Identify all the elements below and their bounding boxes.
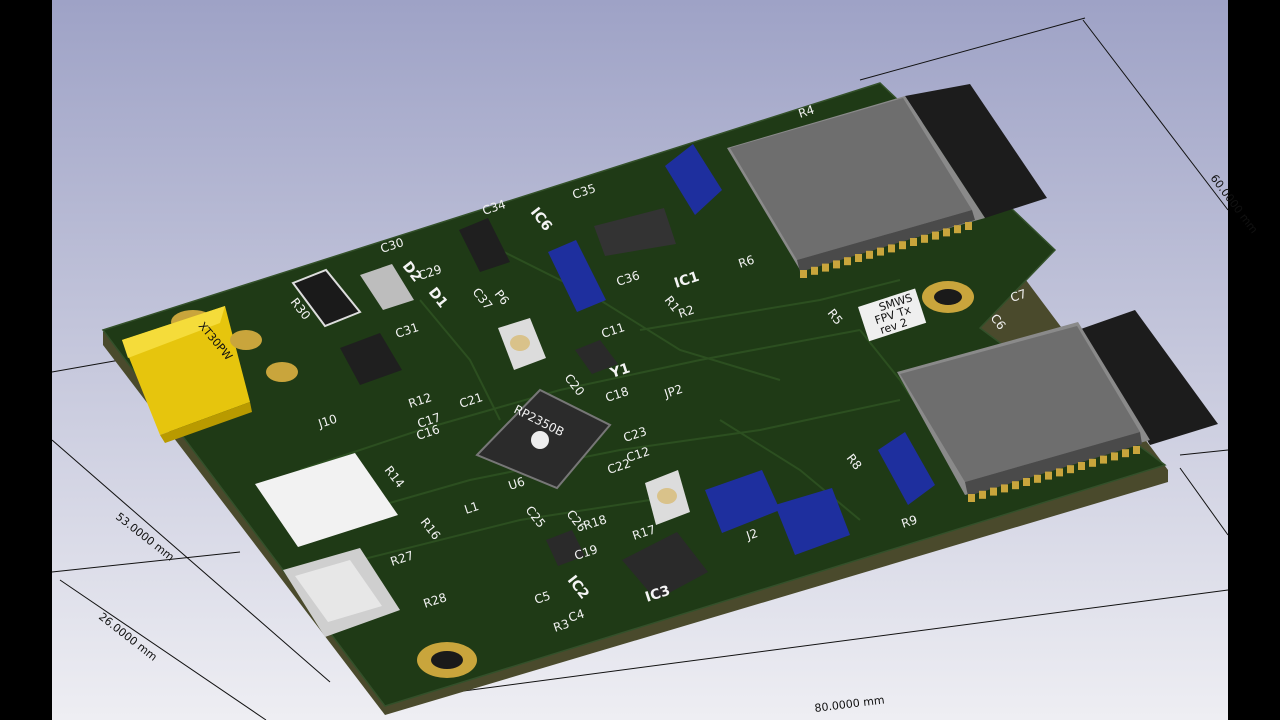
pcb-3d-viewer: 53.0000 mm 26.0000 mm 80.0000 mm 60.0000… bbox=[0, 0, 1280, 720]
module-pad bbox=[1122, 449, 1129, 458]
module-pad bbox=[1023, 478, 1030, 486]
module-pad bbox=[1045, 471, 1052, 480]
module-pad bbox=[932, 231, 939, 240]
module-pad bbox=[1012, 481, 1019, 490]
left-black-bar bbox=[0, 0, 52, 720]
module-pad bbox=[833, 260, 840, 269]
module-pad bbox=[855, 254, 862, 262]
module-pad bbox=[1089, 458, 1096, 467]
module-pad bbox=[866, 250, 873, 259]
module-pad bbox=[1133, 446, 1140, 454]
module-pad bbox=[921, 234, 928, 243]
module-pad bbox=[910, 238, 917, 246]
module-pad bbox=[965, 222, 972, 230]
module-pad bbox=[1034, 474, 1041, 483]
module-pad bbox=[1056, 468, 1063, 477]
module-pad bbox=[822, 263, 829, 272]
module-pad bbox=[1111, 452, 1118, 461]
module-pad bbox=[979, 490, 986, 499]
mounting-hole-bottom bbox=[417, 642, 477, 678]
pcb-3d-render[interactable]: 53.0000 mm 26.0000 mm 80.0000 mm 60.0000… bbox=[0, 0, 1280, 720]
module-pad bbox=[888, 244, 895, 253]
module-pad bbox=[844, 257, 851, 266]
module-pad bbox=[1067, 465, 1074, 474]
mounting-hole-top bbox=[922, 281, 974, 313]
right-black-bar bbox=[1228, 0, 1280, 720]
module-pad bbox=[811, 266, 818, 275]
module-pad bbox=[954, 225, 961, 234]
module-pad bbox=[899, 241, 906, 250]
module-pad bbox=[1100, 455, 1107, 464]
module-pad bbox=[800, 270, 807, 278]
module-pad bbox=[968, 494, 975, 502]
module-pad bbox=[877, 247, 884, 256]
module-pad bbox=[990, 487, 997, 496]
module-pad bbox=[1078, 462, 1085, 470]
module-pad bbox=[943, 228, 950, 237]
module-pad bbox=[1001, 484, 1008, 493]
